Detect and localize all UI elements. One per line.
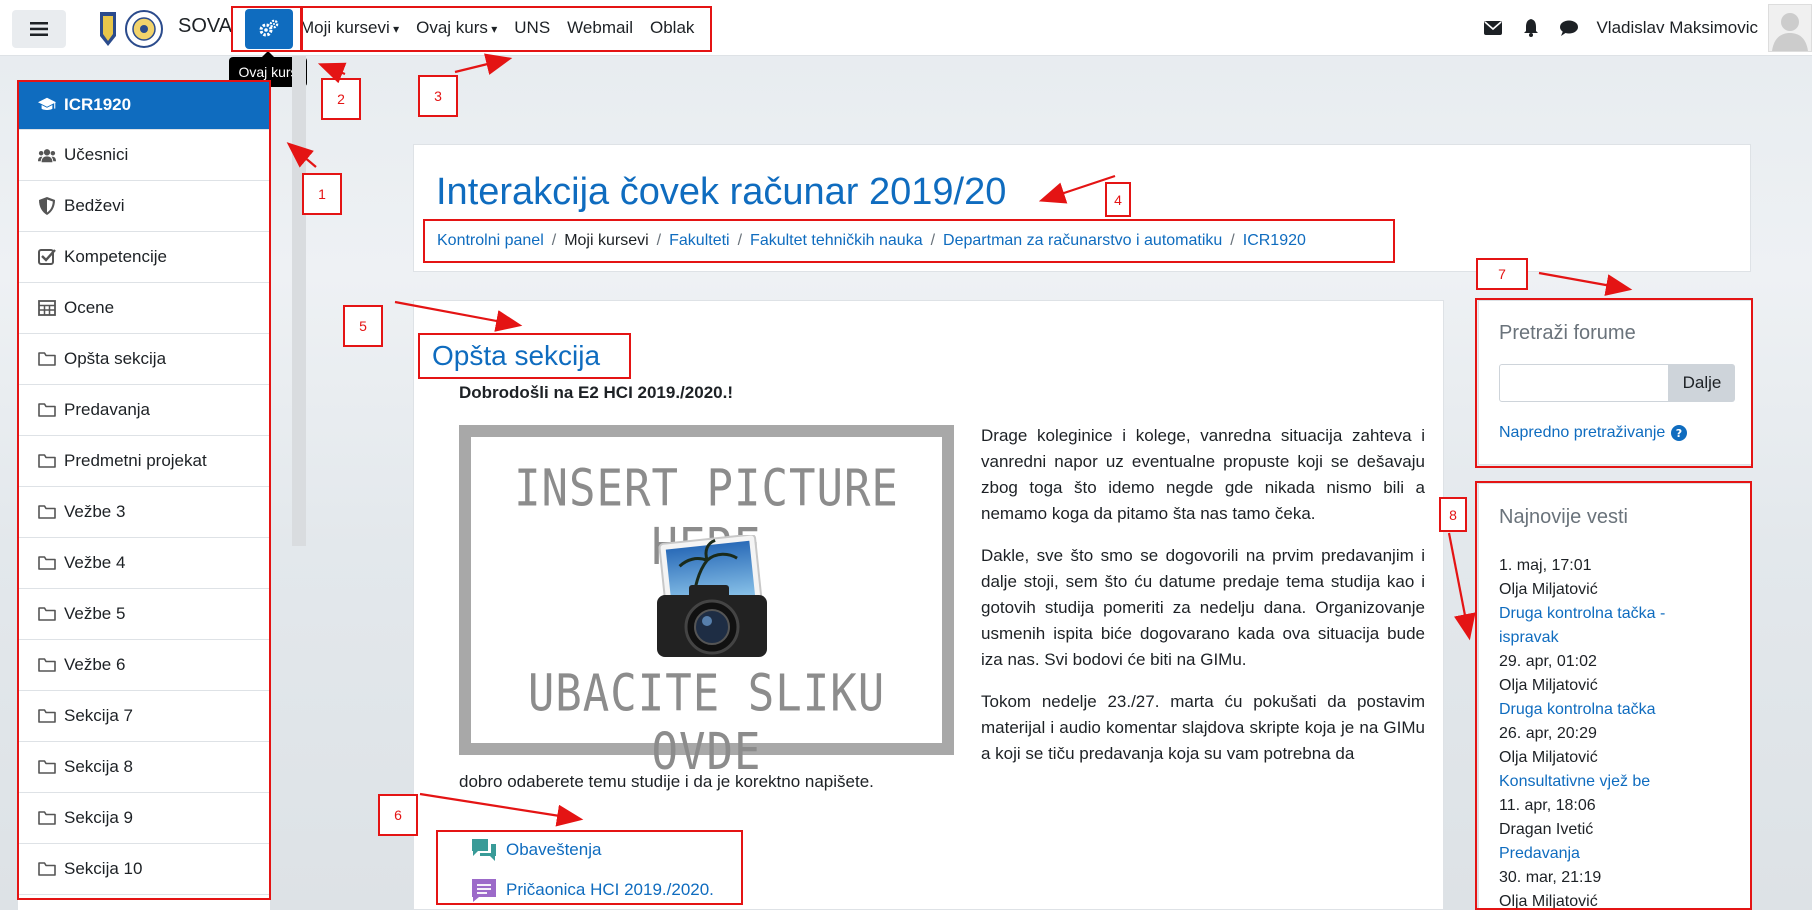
- annotation-box-news: [1475, 481, 1752, 910]
- picture-caption-bottom: UBACITE SLIKU OVDE: [527, 664, 886, 782]
- paragraph: Drage koleginice i kolege, vanredna situ…: [981, 426, 1425, 523]
- annotation-box-breadcrumb: [423, 219, 1395, 263]
- annotation-label-8: 8: [1439, 497, 1467, 532]
- brand-name[interactable]: SOVA: [178, 15, 232, 38]
- annotation-box-activities: [436, 830, 743, 905]
- bell-icon[interactable]: [1512, 9, 1550, 47]
- annotation-label-2: 2: [321, 78, 361, 120]
- annotation-box-sidebar: [17, 80, 271, 900]
- user-area: Vladislav Maksimovic: [1474, 0, 1812, 56]
- menu-toggle-button[interactable]: [12, 10, 66, 48]
- annotation-label-1: 1: [302, 173, 342, 215]
- university-logo[interactable]: [96, 8, 166, 50]
- annotation-box-search: [1475, 298, 1753, 468]
- user-silhouette-icon: [1772, 13, 1808, 51]
- section-description: Drage koleginice i kolege, vanredna situ…: [981, 423, 1425, 783]
- placeholder-image: INSERT PICTURE HERE UBACITE SLIKU OVDE: [459, 425, 954, 782]
- avatar[interactable]: [1768, 4, 1812, 52]
- annotation-box-menu: [300, 6, 712, 52]
- annotation-box-gear: [231, 6, 303, 52]
- annotation-label-5: 5: [343, 305, 383, 347]
- welcome-heading: Dobrodošli na E2 HCI 2019./2020.!: [459, 383, 733, 402]
- annotation-label-3: 3: [418, 75, 458, 117]
- camera-photo-icon: [657, 535, 767, 657]
- user-name[interactable]: Vladislav Maksimovic: [1596, 18, 1758, 38]
- page-title: Interakcija čovek računar 2019/20: [436, 171, 1007, 213]
- annotation-label-4: 4: [1105, 182, 1131, 217]
- envelope-icon[interactable]: [1474, 9, 1512, 47]
- annotation-box-section-title: [418, 333, 631, 379]
- sidebar-scrollbar[interactable]: [292, 56, 306, 546]
- paragraph: Tokom nedelje 23./27. marta ću pokušati …: [981, 692, 1425, 763]
- annotation-label-6: 6: [378, 794, 418, 836]
- chat-bubble-icon[interactable]: [1550, 9, 1588, 47]
- paragraph-continuation: dobro odaberete temu studije i da je kor…: [459, 772, 874, 791]
- annotation-label-7: 7: [1476, 258, 1528, 290]
- paragraph: Dakle, sve što smo se dogovorili na prvi…: [981, 546, 1425, 669]
- hamburger-icon: [30, 22, 48, 36]
